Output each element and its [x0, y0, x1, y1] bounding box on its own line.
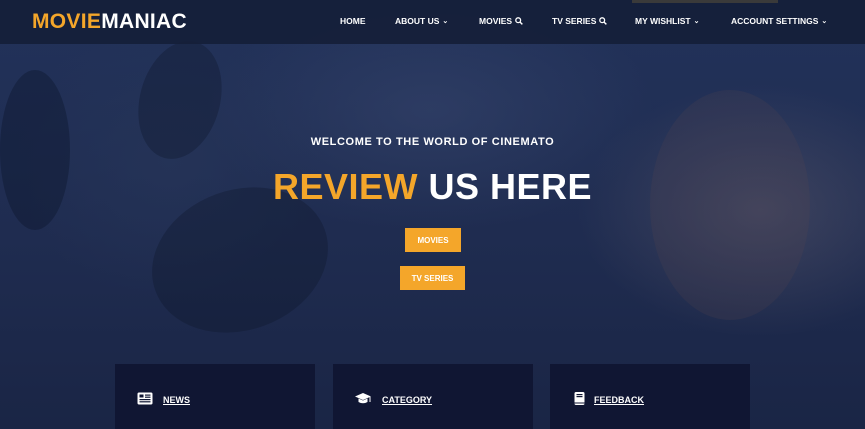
tv-series-button[interactable]: TV SERIES [400, 266, 465, 290]
nav-home[interactable]: HOME [340, 16, 366, 26]
nav-movies[interactable]: MOVIES [479, 16, 523, 26]
chevron-down-icon: ⌄ [821, 18, 828, 25]
nav-movies-label: MOVIES [479, 16, 513, 26]
site-logo[interactable]: MOVIE MANIAC [32, 10, 187, 34]
book-icon [574, 392, 585, 405]
nav-about-label: ABOUT US [395, 16, 440, 26]
logo-text: MANIAC [101, 10, 187, 33]
nav-wishlist-label: MY WISHLIST [635, 16, 691, 26]
category-card[interactable]: CATEGORY [333, 364, 533, 429]
search-icon [515, 17, 523, 25]
nav-home-label: HOME [340, 16, 366, 26]
headline-rest: US HERE [428, 166, 593, 207]
chevron-down-icon: ⌄ [442, 18, 449, 25]
category-link[interactable]: CATEGORY [382, 395, 432, 405]
hero-headline: REVIEW US HERE [0, 166, 865, 208]
chevron-down-icon: ⌄ [693, 18, 700, 25]
news-card[interactable]: NEWS [115, 364, 315, 429]
headline-accent: REVIEW [272, 166, 418, 207]
hero-welcome-text: WELCOME TO THE WORLD OF CINEMATO [310, 136, 555, 148]
nav-account-settings[interactable]: ACCOUNT SETTINGS ⌄ [731, 16, 827, 26]
feedback-card[interactable]: FEEDBACK [550, 364, 750, 429]
logo-accent-text: MOVIE [32, 10, 102, 33]
feedback-link[interactable]: FEEDBACK [594, 395, 644, 405]
movies-button[interactable]: MOVIES [405, 228, 461, 252]
nav-account-label: ACCOUNT SETTINGS [731, 16, 819, 26]
newspaper-icon [137, 392, 153, 405]
nav-top-strip [632, 0, 778, 3]
graduation-cap-icon [355, 393, 371, 404]
nav-about-us[interactable]: ABOUT US ⌄ [395, 16, 448, 26]
nav-tv-label: TV SERIES [552, 16, 597, 26]
search-icon [599, 17, 608, 25]
nav-tv-series[interactable]: TV SERIES [552, 16, 608, 26]
news-link[interactable]: NEWS [163, 395, 190, 405]
nav-my-wishlist[interactable]: MY WISHLIST ⌄ [635, 16, 699, 26]
